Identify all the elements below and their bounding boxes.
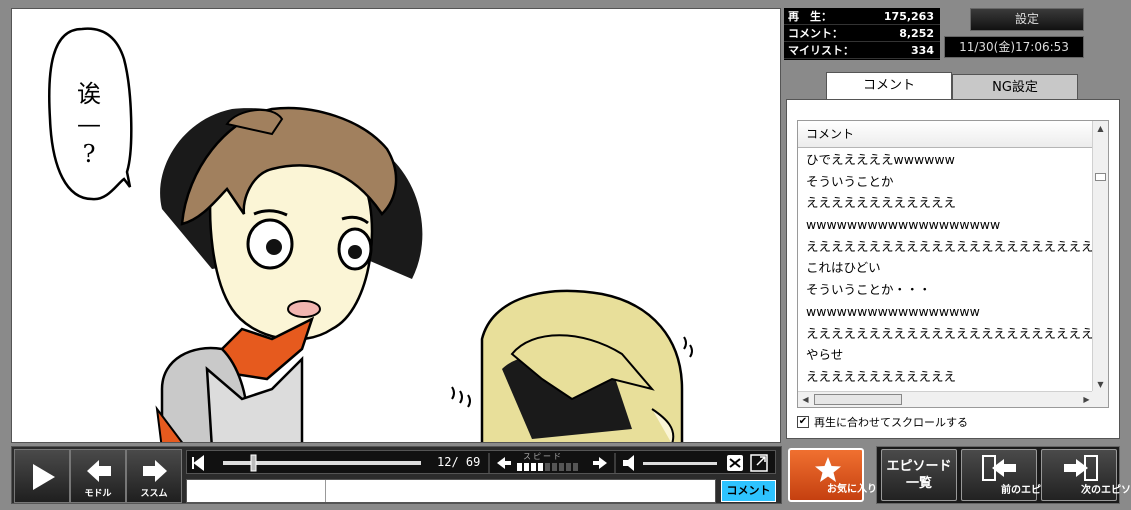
skip-start-icon — [192, 455, 204, 471]
comment-row[interactable]: そういうことか・・・ — [798, 279, 1094, 301]
comment-row[interactable]: これはひどい — [798, 257, 1094, 279]
speech-bubble-text: 诶 — ? — [77, 80, 101, 168]
prev-episode-button[interactable]: 前のエピソード — [961, 449, 1071, 501]
comment-input-row: コメント — [186, 479, 776, 503]
arrow-right-icon — [143, 460, 167, 482]
speed-down-icon — [497, 457, 511, 469]
comment-row[interactable]: そういうことか — [798, 171, 1094, 193]
comment-panel: コメント ひでえええええwwwwww そういうことか ええええええええええええ … — [786, 99, 1120, 439]
horizontal-scroll-thumb[interactable] — [814, 394, 902, 405]
auto-scroll-label: 再生に合わせてスクロールする — [814, 416, 968, 429]
scroll-up-icon[interactable]: ▲ — [1093, 121, 1108, 136]
back-label: モドル — [84, 489, 112, 499]
mylist-label: マイリスト： — [788, 44, 854, 57]
plays-label: 再 生： — [788, 10, 832, 23]
seek-bar-row: 12/ 69 スピード — [186, 450, 776, 474]
volume-icon — [623, 455, 634, 471]
episode-navigation: エピソード 一覧 前のエピソード 次のエピソード — [876, 446, 1131, 504]
speed-label: スピード — [523, 452, 563, 461]
comment-column-header[interactable]: コメント — [798, 121, 1094, 148]
comment-row[interactable]: ええええええええええええええええええええええええええ — [798, 323, 1094, 345]
comment-rows: ひでえええええwwwwww そういうことか ええええええええええええ wwwww… — [798, 149, 1094, 392]
current-datetime: 11/30(金)17:06:53 — [944, 36, 1084, 58]
tab-comment[interactable]: コメント — [826, 72, 952, 100]
auto-scroll-checkbox[interactable]: ✔ — [797, 416, 809, 428]
forward-label: ススム — [140, 489, 168, 499]
episode-list-label: エピソード 一覧 — [886, 459, 952, 491]
next-episode-label: 次のエピソード — [1081, 485, 1131, 496]
plays-value: 175,263 — [883, 10, 934, 23]
mylist-stat: マイリスト： 334 — [784, 42, 940, 59]
plays-stat: 再 生： 175,263 — [784, 8, 940, 25]
comment-row[interactable]: ええええええええええええ — [798, 192, 1094, 214]
video-stats: 再 生： 175,263 コメント： 8,252 マイリスト： 334 — [784, 8, 940, 60]
seek-bar-graphics — [192, 453, 768, 473]
comments-value: 8,252 — [899, 27, 934, 40]
volume-track — [643, 462, 717, 465]
auto-scroll-option[interactable]: ✔ 再生に合わせてスクロールする — [797, 414, 968, 430]
comment-row[interactable]: やらせ — [798, 344, 1094, 366]
next-episode-icon — [1064, 455, 1098, 481]
prev-episode-icon — [982, 455, 1016, 481]
back-button[interactable]: モドル — [70, 449, 126, 503]
comments-label: コメント： — [788, 27, 843, 40]
video-screen[interactable]: 诶 — ? — [11, 8, 781, 443]
scroll-left-icon[interactable]: ◀ — [798, 392, 813, 407]
comment-row[interactable]: ええええええええええええ — [798, 366, 1094, 388]
mylist-value: 334 — [911, 44, 934, 57]
forward-button[interactable]: ススム — [126, 449, 182, 503]
playback-controls: モドル ススム 12/ 69 スピード コメント — [11, 446, 782, 504]
vertical-scroll-thumb[interactable] — [1095, 173, 1106, 181]
horizontal-scrollbar[interactable]: ◀ ▶ — [798, 391, 1094, 407]
scroll-down-icon[interactable]: ▼ — [1093, 377, 1108, 392]
comment-row[interactable]: wwwwwwwwwwwwwwwwwww — [798, 214, 1094, 236]
comment-row[interactable]: ええええええええええええええええええええええええええ — [798, 236, 1094, 258]
comment-row[interactable]: wwwwwwwwwwwwwwwww — [798, 301, 1094, 323]
episode-list-button[interactable]: エピソード 一覧 — [881, 449, 957, 501]
command-divider — [325, 480, 326, 502]
scroll-corner — [1092, 391, 1108, 407]
favorite-button[interactable]: お気に入り登録 — [788, 448, 897, 502]
arrow-left-icon — [87, 460, 111, 482]
comments-stat: コメント： 8,252 — [784, 25, 940, 42]
comment-row[interactable]: ひでえええええwwwwww — [798, 149, 1094, 171]
play-icon — [33, 464, 55, 490]
play-button[interactable] — [14, 449, 70, 503]
player-window: 诶 — ? 再 生： 175,263 コメント： 8,252 マイリスト： 33… — [0, 0, 1131, 510]
tab-ng-settings[interactable]: NG設定 — [952, 74, 1078, 100]
comment-submit-button[interactable]: コメント — [721, 480, 776, 502]
comment-list[interactable]: コメント ひでえええええwwwwww そういうことか ええええええええええええ … — [797, 120, 1109, 408]
comment-input[interactable] — [186, 479, 716, 503]
settings-button[interactable]: 設定 — [970, 8, 1084, 31]
seek-handle — [250, 454, 257, 472]
next-episode-button[interactable]: 次のエピソード — [1041, 449, 1131, 501]
manga-frame-illustration — [48, 27, 693, 442]
vertical-scrollbar[interactable]: ▲ ▼ — [1092, 121, 1108, 392]
speed-up-icon — [593, 457, 607, 469]
time-display: 12/ 69 — [437, 455, 481, 469]
